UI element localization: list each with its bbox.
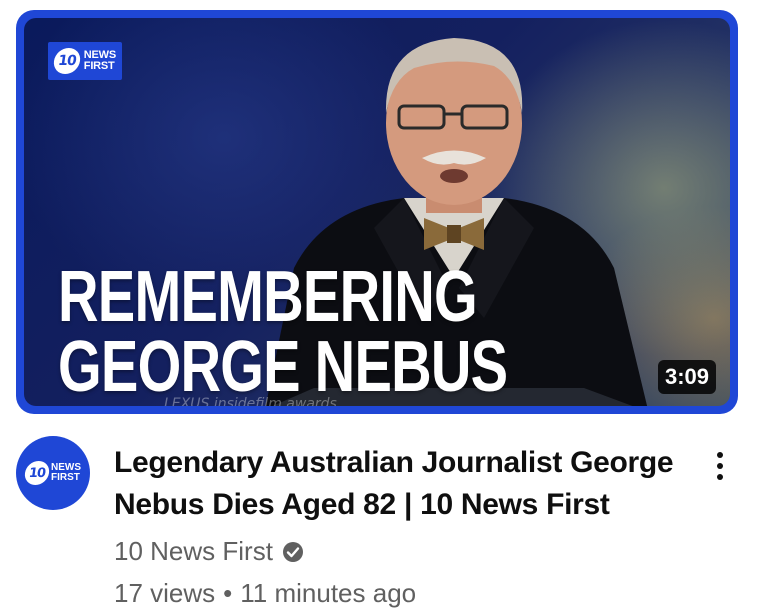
headline-line-2: GEORGE NEBUS bbox=[58, 327, 508, 406]
verified-checkmark-icon bbox=[281, 540, 305, 564]
channel-avatar[interactable]: 10 NEWS FIRST bbox=[16, 436, 90, 510]
logo-text-first: FIRST bbox=[83, 60, 115, 72]
avatar-logo-first: FIRST bbox=[51, 472, 80, 483]
upload-age: 11 minutes ago bbox=[240, 578, 417, 608]
video-duration-badge: 3:09 bbox=[657, 360, 716, 394]
avatar-logo-number: 10 bbox=[23, 461, 51, 485]
video-thumbnail[interactable]: 10 NEWS FIRST LEXUS insidefilm awards RE… bbox=[16, 10, 738, 414]
logo-number: 10 bbox=[52, 48, 82, 74]
meta-separator: • bbox=[223, 578, 233, 608]
video-metadata: 17 views • 11 minutes ago bbox=[114, 578, 416, 609]
headline-line-1: REMEMBERING bbox=[58, 257, 478, 337]
more-vert-icon[interactable] bbox=[706, 446, 734, 486]
thumbnail-headline: REMEMBERING GEORGE NEBUS bbox=[58, 257, 508, 406]
news-first-logo: 10 NEWS FIRST bbox=[48, 42, 122, 80]
thumbnail-image: 10 NEWS FIRST LEXUS insidefilm awards RE… bbox=[24, 18, 730, 406]
view-count: 17 views bbox=[114, 578, 216, 608]
channel-info: 10 News First bbox=[114, 536, 305, 567]
channel-name[interactable]: 10 News First bbox=[114, 536, 273, 567]
video-title[interactable]: Legendary Australian Journalist George N… bbox=[114, 442, 704, 526]
